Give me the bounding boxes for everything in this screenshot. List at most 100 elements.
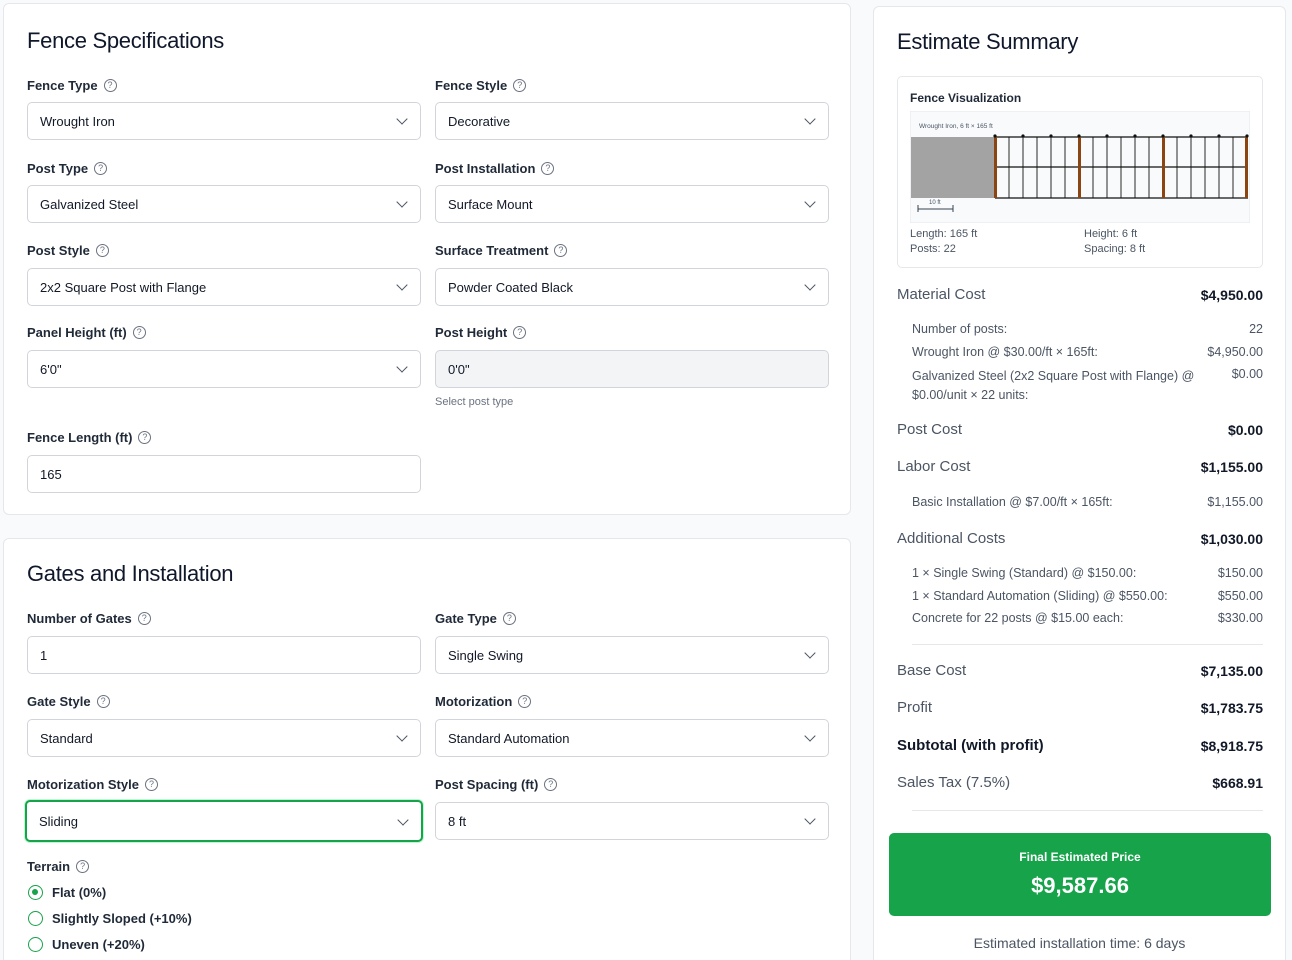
additional-item-row: 1 × Standard Automation (Sliding) @ $550… xyxy=(912,589,1263,603)
question-circle-icon[interactable]: ? xyxy=(94,161,108,175)
viz-finial xyxy=(993,134,997,138)
question-circle-icon[interactable]: ? xyxy=(95,243,109,257)
post-style-field: Post Style? 2x2 Square Post with Flange xyxy=(27,241,421,306)
motorization-select[interactable]: Standard Automation xyxy=(435,719,829,757)
final-price-box: Final Estimated Price $9,587.66 xyxy=(889,833,1271,916)
viz-post xyxy=(994,137,997,198)
post-style-label: Post Style xyxy=(27,242,90,258)
question-circle-icon[interactable]: ? xyxy=(132,325,146,339)
surface-treatment-select[interactable]: Powder Coated Black xyxy=(435,268,829,306)
fence-style-field: Fence Style? Decorative xyxy=(435,76,829,140)
viz-caption: Wrought Iron, 6 ft × 165 ft xyxy=(919,123,993,130)
gates-installation-title: Gates and Installation xyxy=(27,561,234,586)
motorization-style-select[interactable]: Sliding xyxy=(25,800,423,842)
material-cost-row: Material Cost $4,950.00 xyxy=(897,286,1263,303)
question-circle-icon[interactable]: ? xyxy=(144,777,158,791)
gate-style-select[interactable]: Standard xyxy=(27,719,421,757)
post-installation-select[interactable]: Surface Mount xyxy=(435,185,829,223)
post-spacing-field: Post Spacing (ft)? 8 ft xyxy=(435,775,829,840)
gate-type-select[interactable]: Single Swing xyxy=(435,636,829,674)
surface-treatment-label: Surface Treatment xyxy=(435,242,549,258)
radio-checked[interactable] xyxy=(28,885,43,900)
gate-style-label: Gate Style xyxy=(27,693,91,709)
panel-height-label: Panel Height (ft) xyxy=(27,324,127,340)
chevron-down-icon xyxy=(396,361,408,373)
viz-spacing: Spacing: 8 ft xyxy=(1084,243,1146,255)
motorization-label: Motorization xyxy=(435,693,513,709)
additional-item-row: 1 × Single Swing (Standard) @ $150.00: $1… xyxy=(912,566,1263,580)
question-circle-icon[interactable]: ? xyxy=(103,78,117,92)
chevron-down-icon xyxy=(396,196,408,208)
chevron-down-icon xyxy=(804,279,816,291)
subtotal-row: Subtotal (with profit) $8,918.75 xyxy=(897,737,1263,754)
question-circle-icon[interactable]: ? xyxy=(544,777,558,791)
gates-installation-card: Gates and Installation Number of Gates? … xyxy=(3,538,851,960)
viz-finial xyxy=(1245,134,1249,138)
viz-scale-label: 10 ft xyxy=(929,200,941,206)
chevron-down-icon xyxy=(397,814,409,826)
viz-height: Height: 6 ft xyxy=(1084,228,1138,240)
terrain-option-flat[interactable]: Flat (0%) xyxy=(28,885,106,900)
post-height-label: Post Height xyxy=(435,324,508,340)
question-circle-icon[interactable]: ? xyxy=(518,694,532,708)
post-height-hint: Select post type xyxy=(435,396,514,408)
viz-length: Length: 165 ft xyxy=(910,228,978,240)
gate-style-field: Gate Style? Standard xyxy=(27,692,421,757)
question-circle-icon[interactable]: ? xyxy=(502,611,516,625)
chevron-down-icon xyxy=(396,279,408,291)
terrain-field: Terrain? xyxy=(27,857,421,875)
question-circle-icon[interactable]: ? xyxy=(138,430,152,444)
terrain-option-slightly-sloped[interactable]: Slightly Sloped (+10%) xyxy=(28,911,192,926)
surface-treatment-field: Surface Treatment? Powder Coated Black xyxy=(435,241,829,306)
post-height-field: Post Height? 0'0" Select post type xyxy=(435,323,829,408)
material-item-row: Wrought Iron @ $30.00/ft × 165ft: $4,950.… xyxy=(912,345,1263,359)
labor-cost-row: Labor Cost $1,155.00 xyxy=(897,458,1263,475)
profit-row: Profit $1,783.75 xyxy=(897,699,1263,716)
radio-unchecked[interactable] xyxy=(28,911,43,926)
motorization-style-field: Motorization Style? Sliding xyxy=(25,775,423,842)
material-item-row: Galvanized Steel (2x2 Square Post with F… xyxy=(912,367,1263,402)
post-spacing-select[interactable]: 8 ft xyxy=(435,802,829,840)
radio-unchecked[interactable] xyxy=(28,937,43,952)
question-circle-icon[interactable]: ? xyxy=(137,611,151,625)
viz-gate-area xyxy=(911,137,995,198)
estimate-summary-card: Estimate Summary Fence Visualization Wro… xyxy=(873,6,1286,960)
chevron-down-icon xyxy=(804,813,816,825)
motorization-field: Motorization? Standard Automation xyxy=(435,692,829,757)
fence-style-select[interactable]: Decorative xyxy=(435,102,829,140)
question-circle-icon[interactable]: ? xyxy=(541,161,555,175)
fence-length-input[interactable]: 165 xyxy=(27,455,421,493)
chevron-down-icon xyxy=(396,730,408,742)
viz-finial xyxy=(1049,134,1053,138)
question-circle-icon[interactable]: ? xyxy=(513,78,527,92)
panel-height-select[interactable]: 6'0" xyxy=(27,350,421,388)
number-of-gates-input[interactable]: 1 xyxy=(27,636,421,674)
gate-type-field: Gate Type? Single Swing xyxy=(435,609,829,674)
question-circle-icon[interactable]: ? xyxy=(554,243,568,257)
base-cost-row: Base Cost $7,135.00 xyxy=(897,662,1263,679)
post-style-select[interactable]: 2x2 Square Post with Flange xyxy=(27,268,421,306)
question-circle-icon[interactable]: ? xyxy=(76,859,90,873)
panel-height-field: Panel Height (ft)? 6'0" xyxy=(27,323,421,388)
question-circle-icon[interactable]: ? xyxy=(96,694,110,708)
material-item-row: Number of posts: 22 xyxy=(912,322,1263,336)
terrain-option-uneven[interactable]: Uneven (+20%) xyxy=(28,937,145,952)
chevron-down-icon xyxy=(804,196,816,208)
question-circle-icon[interactable]: ? xyxy=(513,325,527,339)
divider xyxy=(912,810,1263,811)
chevron-down-icon xyxy=(804,113,816,125)
motorization-style-label: Motorization Style xyxy=(27,776,139,792)
post-height-input: 0'0" xyxy=(435,350,829,388)
labor-item-row: Basic Installation @ $7.00/ft × 165ft: $1… xyxy=(912,495,1263,509)
viz-finial xyxy=(1161,134,1165,138)
fence-type-field: Fence Type? Wrought Iron xyxy=(27,76,421,140)
fence-type-select[interactable]: Wrought Iron xyxy=(27,102,421,140)
post-type-select[interactable]: Galvanized Steel xyxy=(27,185,421,223)
number-of-gates-field: Number of Gates? 1 xyxy=(27,609,421,674)
estimate-summary-title: Estimate Summary xyxy=(897,29,1079,54)
viz-post xyxy=(1078,137,1081,198)
fence-style-label: Fence Style xyxy=(435,77,508,93)
viz-finial xyxy=(1217,134,1221,138)
sales-tax-row: Sales Tax (7.5%) $668.91 xyxy=(897,774,1263,791)
viz-post xyxy=(1245,137,1248,198)
